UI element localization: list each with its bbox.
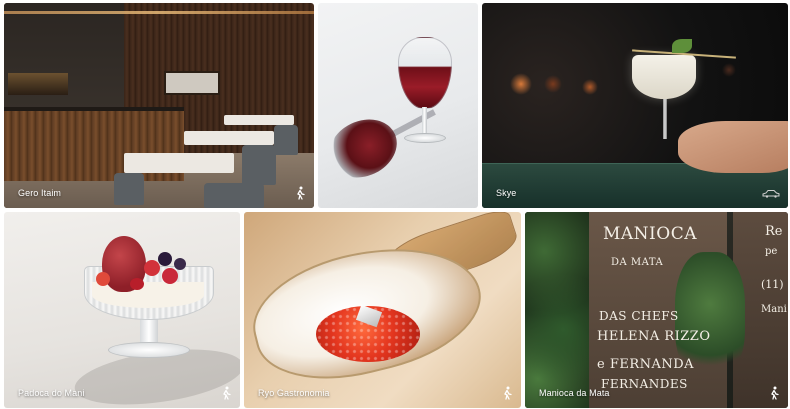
place-photo <box>482 3 788 208</box>
car-icon <box>762 190 780 198</box>
sign-text: FERNANDES <box>601 377 688 391</box>
place-photo: MANIOCA DA MATA DAS CHEFS HELENA RIZZO e… <box>525 212 788 408</box>
place-card-gero-itaim[interactable]: Gero Itaim <box>4 3 314 208</box>
place-photo <box>318 3 478 208</box>
person-walking-icon <box>223 386 231 400</box>
sign-text: HELENA RIZZO <box>597 329 711 344</box>
place-card-ryo-gastronomia[interactable]: Ryo Gastronomia <box>244 212 521 408</box>
place-name: Ryo Gastronomia <box>258 388 330 398</box>
place-card-skye[interactable]: Skye <box>482 3 788 208</box>
sign-text: Re <box>765 224 783 239</box>
person-walking-icon <box>771 386 779 400</box>
sign-text: DAS CHEFS <box>599 309 679 323</box>
place-photo <box>244 212 521 408</box>
place-card-padoca-do-mani[interactable]: Padoca do Mani <box>4 212 240 408</box>
person-walking-icon <box>504 386 512 400</box>
person-walking-icon <box>297 186 305 200</box>
sign-text: pe <box>765 246 778 257</box>
sign-text: (11) <box>761 278 784 291</box>
place-name: Padoca do Mani <box>18 388 85 398</box>
place-photo <box>4 212 240 408</box>
sign-text: DA MATA <box>611 257 664 268</box>
place-photo <box>4 3 314 208</box>
sign-text: e FERNANDA <box>597 357 695 372</box>
place-card-manioca-da-mata[interactable]: MANIOCA DA MATA DAS CHEFS HELENA RIZZO e… <box>525 212 788 408</box>
place-name: Skye <box>496 188 517 198</box>
sign-text: Mani <box>761 304 787 315</box>
place-name: Gero Itaim <box>18 188 62 198</box>
place-card-wine[interactable] <box>318 3 478 208</box>
sign-text: MANIOCA <box>603 224 697 244</box>
place-name: Manioca da Mata <box>539 388 610 398</box>
